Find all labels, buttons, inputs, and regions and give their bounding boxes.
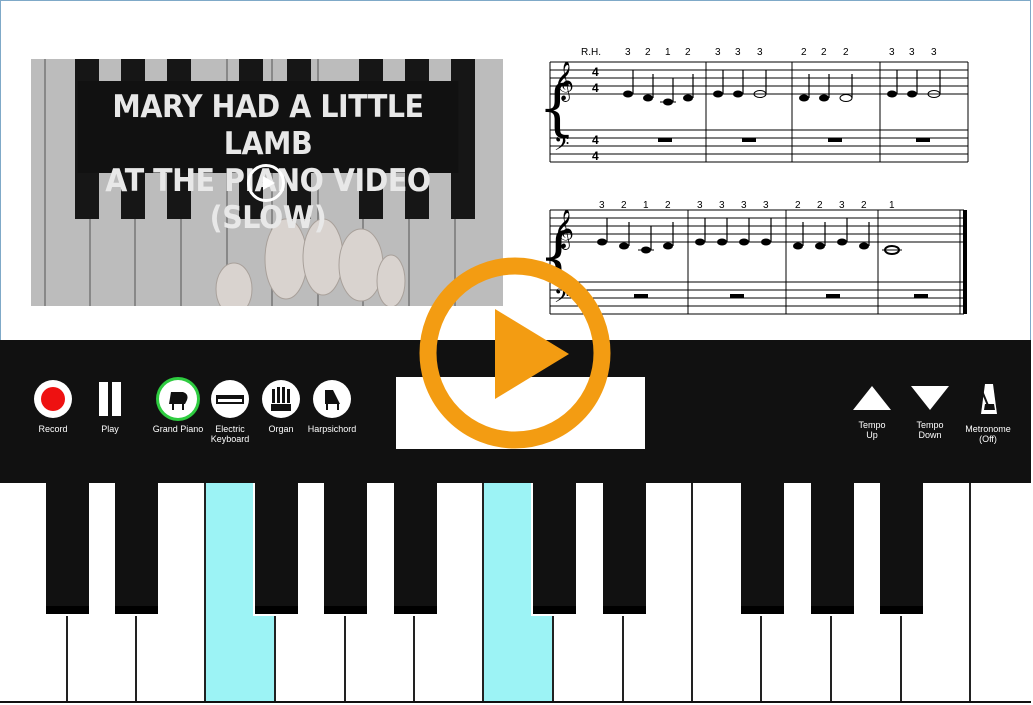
fingering-number: 1 — [643, 200, 649, 211]
fingering-number: 2 — [821, 47, 827, 58]
metronome-button[interactable]: Metronome (Off) — [957, 380, 1019, 444]
svg-text:𝄢: 𝄢 — [554, 132, 569, 160]
fingering-number: 2 — [685, 47, 691, 58]
fingering-number: 3 — [735, 47, 741, 58]
black-key[interactable] — [531, 483, 578, 616]
svg-text:4: 4 — [592, 133, 599, 147]
record-icon — [34, 380, 72, 418]
fingering-number: 3 — [715, 47, 721, 58]
electric-keyboard-icon — [211, 380, 249, 418]
line2-fingerings: 3 2 1 2 3 3 3 3 2 2 3 2 1 — [599, 200, 895, 211]
line1-fingerings: 3 2 1 2 3 3 3 2 2 2 3 3 3 — [625, 47, 937, 58]
svg-text:𝄞: 𝄞 — [554, 209, 574, 250]
fingering-number: 3 — [741, 200, 747, 211]
record-label: Record — [38, 424, 68, 434]
tempo-up-label: Tempo Up — [858, 420, 886, 440]
tempo-down-label: Tempo Down — [916, 420, 944, 440]
black-key[interactable] — [44, 483, 91, 616]
record-button[interactable]: Record — [23, 380, 83, 434]
svg-text:4: 4 — [592, 81, 599, 95]
piano-keyboard — [0, 483, 1031, 703]
tempo-up-button[interactable]: Tempo Up — [842, 380, 902, 440]
svg-text:4: 4 — [592, 149, 599, 163]
black-key[interactable] — [322, 483, 369, 616]
video-play-icon[interactable] — [247, 164, 285, 202]
instrument-label: Harpsichord — [307, 424, 357, 434]
hand-label: R.H. — [581, 47, 601, 58]
fingering-number: 3 — [931, 47, 937, 58]
black-key[interactable] — [392, 483, 439, 616]
instrument-grand-piano[interactable]: Grand Piano — [148, 380, 208, 434]
black-key[interactable] — [601, 483, 648, 616]
fingering-number: 3 — [719, 200, 725, 211]
black-key[interactable] — [809, 483, 856, 616]
fingering-number: 2 — [645, 47, 651, 58]
metronome-label: Metronome (Off) — [965, 424, 1011, 444]
fingering-number: 3 — [909, 47, 915, 58]
play-label: Play — [101, 424, 119, 434]
black-key[interactable] — [253, 483, 300, 616]
fingering-number: 3 — [763, 200, 769, 211]
fingering-number: 2 — [801, 47, 807, 58]
fingering-number: 3 — [599, 200, 605, 211]
svg-text:𝄞: 𝄞 — [554, 61, 574, 102]
triangle-up-icon — [853, 386, 891, 410]
fingering-number: 3 — [697, 200, 703, 211]
instrument-label: Grand Piano — [152, 424, 204, 434]
black-key[interactable] — [113, 483, 160, 616]
pause-icon — [91, 380, 129, 418]
svg-text:4: 4 — [592, 65, 599, 79]
fingering-number: 1 — [889, 200, 895, 211]
tempo-down-button[interactable]: Tempo Down — [900, 380, 960, 440]
metronome-icon — [969, 380, 1007, 418]
fingering-number: 3 — [839, 200, 845, 211]
white-key[interactable] — [971, 483, 1031, 701]
fingering-number: 3 — [625, 47, 631, 58]
fingering-number: 2 — [665, 200, 671, 211]
instrument-harpsichord[interactable]: Harpsichord — [302, 380, 362, 434]
black-key[interactable] — [878, 483, 925, 616]
video-title-line1: MARY HAD A LITTLE LAMB — [112, 89, 424, 162]
fingering-number: 2 — [817, 200, 823, 211]
grand-piano-icon — [159, 380, 197, 418]
organ-icon — [262, 380, 300, 418]
fingering-number: 2 — [843, 47, 849, 58]
black-key[interactable] — [739, 483, 786, 616]
harpsichord-icon — [313, 380, 351, 418]
fingering-number: 2 — [795, 200, 801, 211]
fingering-number: 1 — [665, 47, 671, 58]
fingering-number: 2 — [861, 200, 867, 211]
fingering-number: 2 — [621, 200, 627, 211]
play-button[interactable]: Play — [80, 380, 140, 434]
triangle-down-icon — [911, 386, 949, 410]
video-title: MARY HAD A LITTLE LAMB AT THE PIANO VIDE… — [77, 81, 459, 236]
fingering-number: 3 — [757, 47, 763, 58]
big-play-button-icon[interactable] — [415, 253, 615, 453]
fingering-number: 3 — [889, 47, 895, 58]
